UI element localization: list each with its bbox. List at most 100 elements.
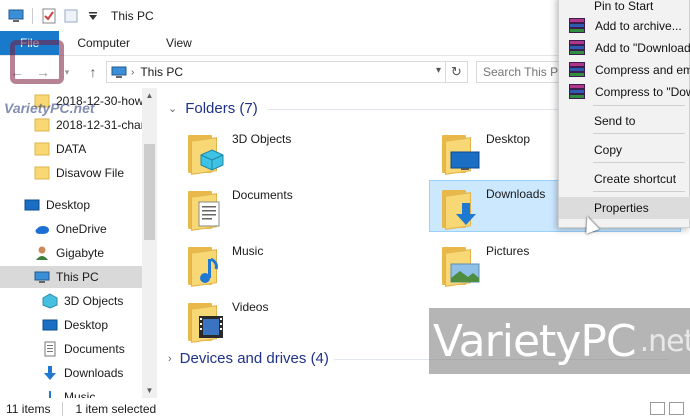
address-dropdown-icon[interactable]: ▾: [436, 65, 441, 76]
sidebar-item-desktop-root[interactable]: Desktop: [0, 194, 142, 216]
menu-separator: [593, 162, 685, 163]
sidebar-item-label: Desktop: [46, 198, 91, 212]
sidebar-item-disavow-file[interactable]: Disavow File: [0, 162, 142, 184]
winrar-icon: [569, 40, 585, 56]
sidebar-item-data[interactable]: DATA: [0, 138, 142, 160]
watermark-logo-text: VarietyPC.net: [4, 100, 95, 116]
download-arrow-icon: [42, 365, 58, 381]
sidebar-item-3d-objects[interactable]: 3D Objects: [0, 290, 142, 312]
menu-item-add-to-downloads[interactable]: Add to "Download: [559, 37, 690, 59]
sidebar-item-music[interactable]: Music: [0, 386, 142, 398]
watermark-banner: VarietyPC .net: [429, 308, 690, 374]
navigation-pane: 2018-12-30-how 2018-12-31-char DATA Disa…: [0, 88, 157, 398]
tab-computer[interactable]: Computer: [59, 31, 148, 55]
tile-label: Music: [232, 244, 264, 258]
new-folder-icon[interactable]: [63, 8, 79, 24]
window-title: This PC: [111, 8, 154, 23]
cube-icon: [42, 293, 58, 309]
menu-item-compress-to-downloads[interactable]: Compress to "Dow: [559, 81, 690, 103]
toolbar-divider: [32, 7, 33, 24]
sidebar-item-label: This PC: [56, 270, 99, 284]
menu-item-add-to-archive[interactable]: Add to archive...: [559, 15, 690, 37]
path-separator-icon[interactable]: ›: [131, 67, 134, 78]
menu-item-create-shortcut[interactable]: Create shortcut: [559, 168, 690, 190]
sidebar-item-label: Documents: [64, 342, 125, 356]
details-view-icon[interactable]: [650, 402, 665, 415]
computer-icon: [34, 269, 50, 285]
tile-label: Pictures: [486, 244, 530, 258]
desktop-icon: [24, 197, 40, 213]
menu-separator: [593, 191, 685, 192]
desktop-icon: [42, 317, 58, 333]
sidebar-item-label: Music: [64, 390, 96, 398]
tile-label: Downloads: [486, 187, 546, 201]
folder-videos-icon: [184, 297, 228, 343]
sidebar-item-label: Desktop: [64, 318, 109, 332]
sidebar-item-label: 2018-12-31-char: [56, 118, 142, 132]
scroll-thumb[interactable]: [144, 144, 155, 240]
item-count: 11 items: [6, 402, 51, 416]
sidebar-item-gigabyte[interactable]: Gigabyte: [0, 242, 142, 264]
devices-header-text: Devices and drives (4): [179, 350, 329, 367]
winrar-icon: [569, 62, 585, 78]
tile-label: Desktop: [486, 132, 531, 146]
context-menu: Pin to Start Add to archive... Add to "D…: [558, 0, 690, 228]
menu-separator: [593, 105, 685, 106]
watermark-suffix: .net: [639, 323, 690, 359]
folder-tile-3d-objects[interactable]: 3D Objects: [176, 126, 428, 176]
tab-view[interactable]: View: [148, 31, 210, 55]
refresh-icon[interactable]: ↻: [446, 61, 468, 83]
watermark-brand: VarietyPC: [433, 315, 637, 367]
folder-desktop-icon: [438, 129, 482, 175]
cloud-icon: [34, 221, 50, 237]
computer-icon[interactable]: [8, 8, 24, 24]
folder-pictures-icon: [438, 241, 482, 287]
folder-3d-objects-icon: [184, 129, 228, 175]
scroll-down-icon[interactable]: ▼: [142, 383, 157, 398]
sidebar-item-documents[interactable]: Documents: [0, 338, 142, 360]
sidebar-item-downloads[interactable]: Downloads: [0, 362, 142, 384]
folder-tile-videos[interactable]: Videos: [176, 294, 428, 344]
folder-downloads-icon: [438, 184, 482, 230]
document-icon: [42, 341, 58, 357]
tile-label: Videos: [232, 300, 269, 314]
this-pc-icon: [111, 64, 127, 80]
address-path[interactable]: This PC: [140, 65, 183, 79]
scroll-up-icon[interactable]: ▲: [142, 88, 157, 103]
sidebar-item-2018-12-31[interactable]: 2018-12-31-char: [0, 114, 142, 136]
folder-tile-pictures[interactable]: Pictures: [430, 238, 682, 288]
collapse-chevron-icon[interactable]: ⌄: [168, 102, 177, 115]
up-icon[interactable]: ↑: [82, 61, 104, 83]
sidebar-item-this-pc[interactable]: This PC: [0, 266, 142, 288]
sidebar-item-label: 3D Objects: [64, 294, 124, 308]
folders-group-header[interactable]: ⌄ Folders (7): [168, 100, 258, 117]
sidebar-item-desktop[interactable]: Desktop: [0, 314, 142, 336]
tile-label: Documents: [232, 188, 293, 202]
menu-item-send-to[interactable]: Send to: [559, 110, 690, 132]
folders-header-text: Folders (7): [185, 100, 258, 117]
properties-icon[interactable]: [41, 8, 57, 24]
folder-icon: [34, 165, 50, 181]
expand-chevron-icon[interactable]: ›: [168, 353, 172, 365]
watermark-logo: [10, 40, 64, 84]
folder-tile-documents[interactable]: Documents: [176, 182, 428, 232]
quick-access-toolbar: [8, 7, 101, 24]
status-divider: [62, 402, 64, 416]
menu-item-properties[interactable]: Properties: [559, 197, 690, 219]
tile-label: 3D Objects: [232, 132, 292, 146]
menu-item-compress-and-email[interactable]: Compress and em: [559, 59, 690, 81]
folder-tile-music[interactable]: Music: [176, 238, 428, 288]
menu-item-copy[interactable]: Copy: [559, 139, 690, 161]
devices-group-header[interactable]: › Devices and drives (4): [168, 350, 329, 367]
status-bar: 11 items 1 item selected: [0, 398, 690, 420]
sidebar-scrollbar[interactable]: ▲ ▼: [142, 88, 157, 398]
folder-music-icon: [184, 241, 228, 287]
sidebar-item-onedrive[interactable]: OneDrive: [0, 218, 142, 240]
winrar-icon: [569, 84, 585, 100]
menu-separator: [593, 133, 685, 134]
folder-icon: [34, 117, 50, 133]
sidebar-item-label: Disavow File: [56, 166, 125, 180]
customize-toolbar-icon[interactable]: [85, 8, 101, 24]
large-icons-view-icon[interactable]: [669, 402, 684, 415]
address-bar[interactable]: › This PC ▾: [106, 61, 446, 83]
